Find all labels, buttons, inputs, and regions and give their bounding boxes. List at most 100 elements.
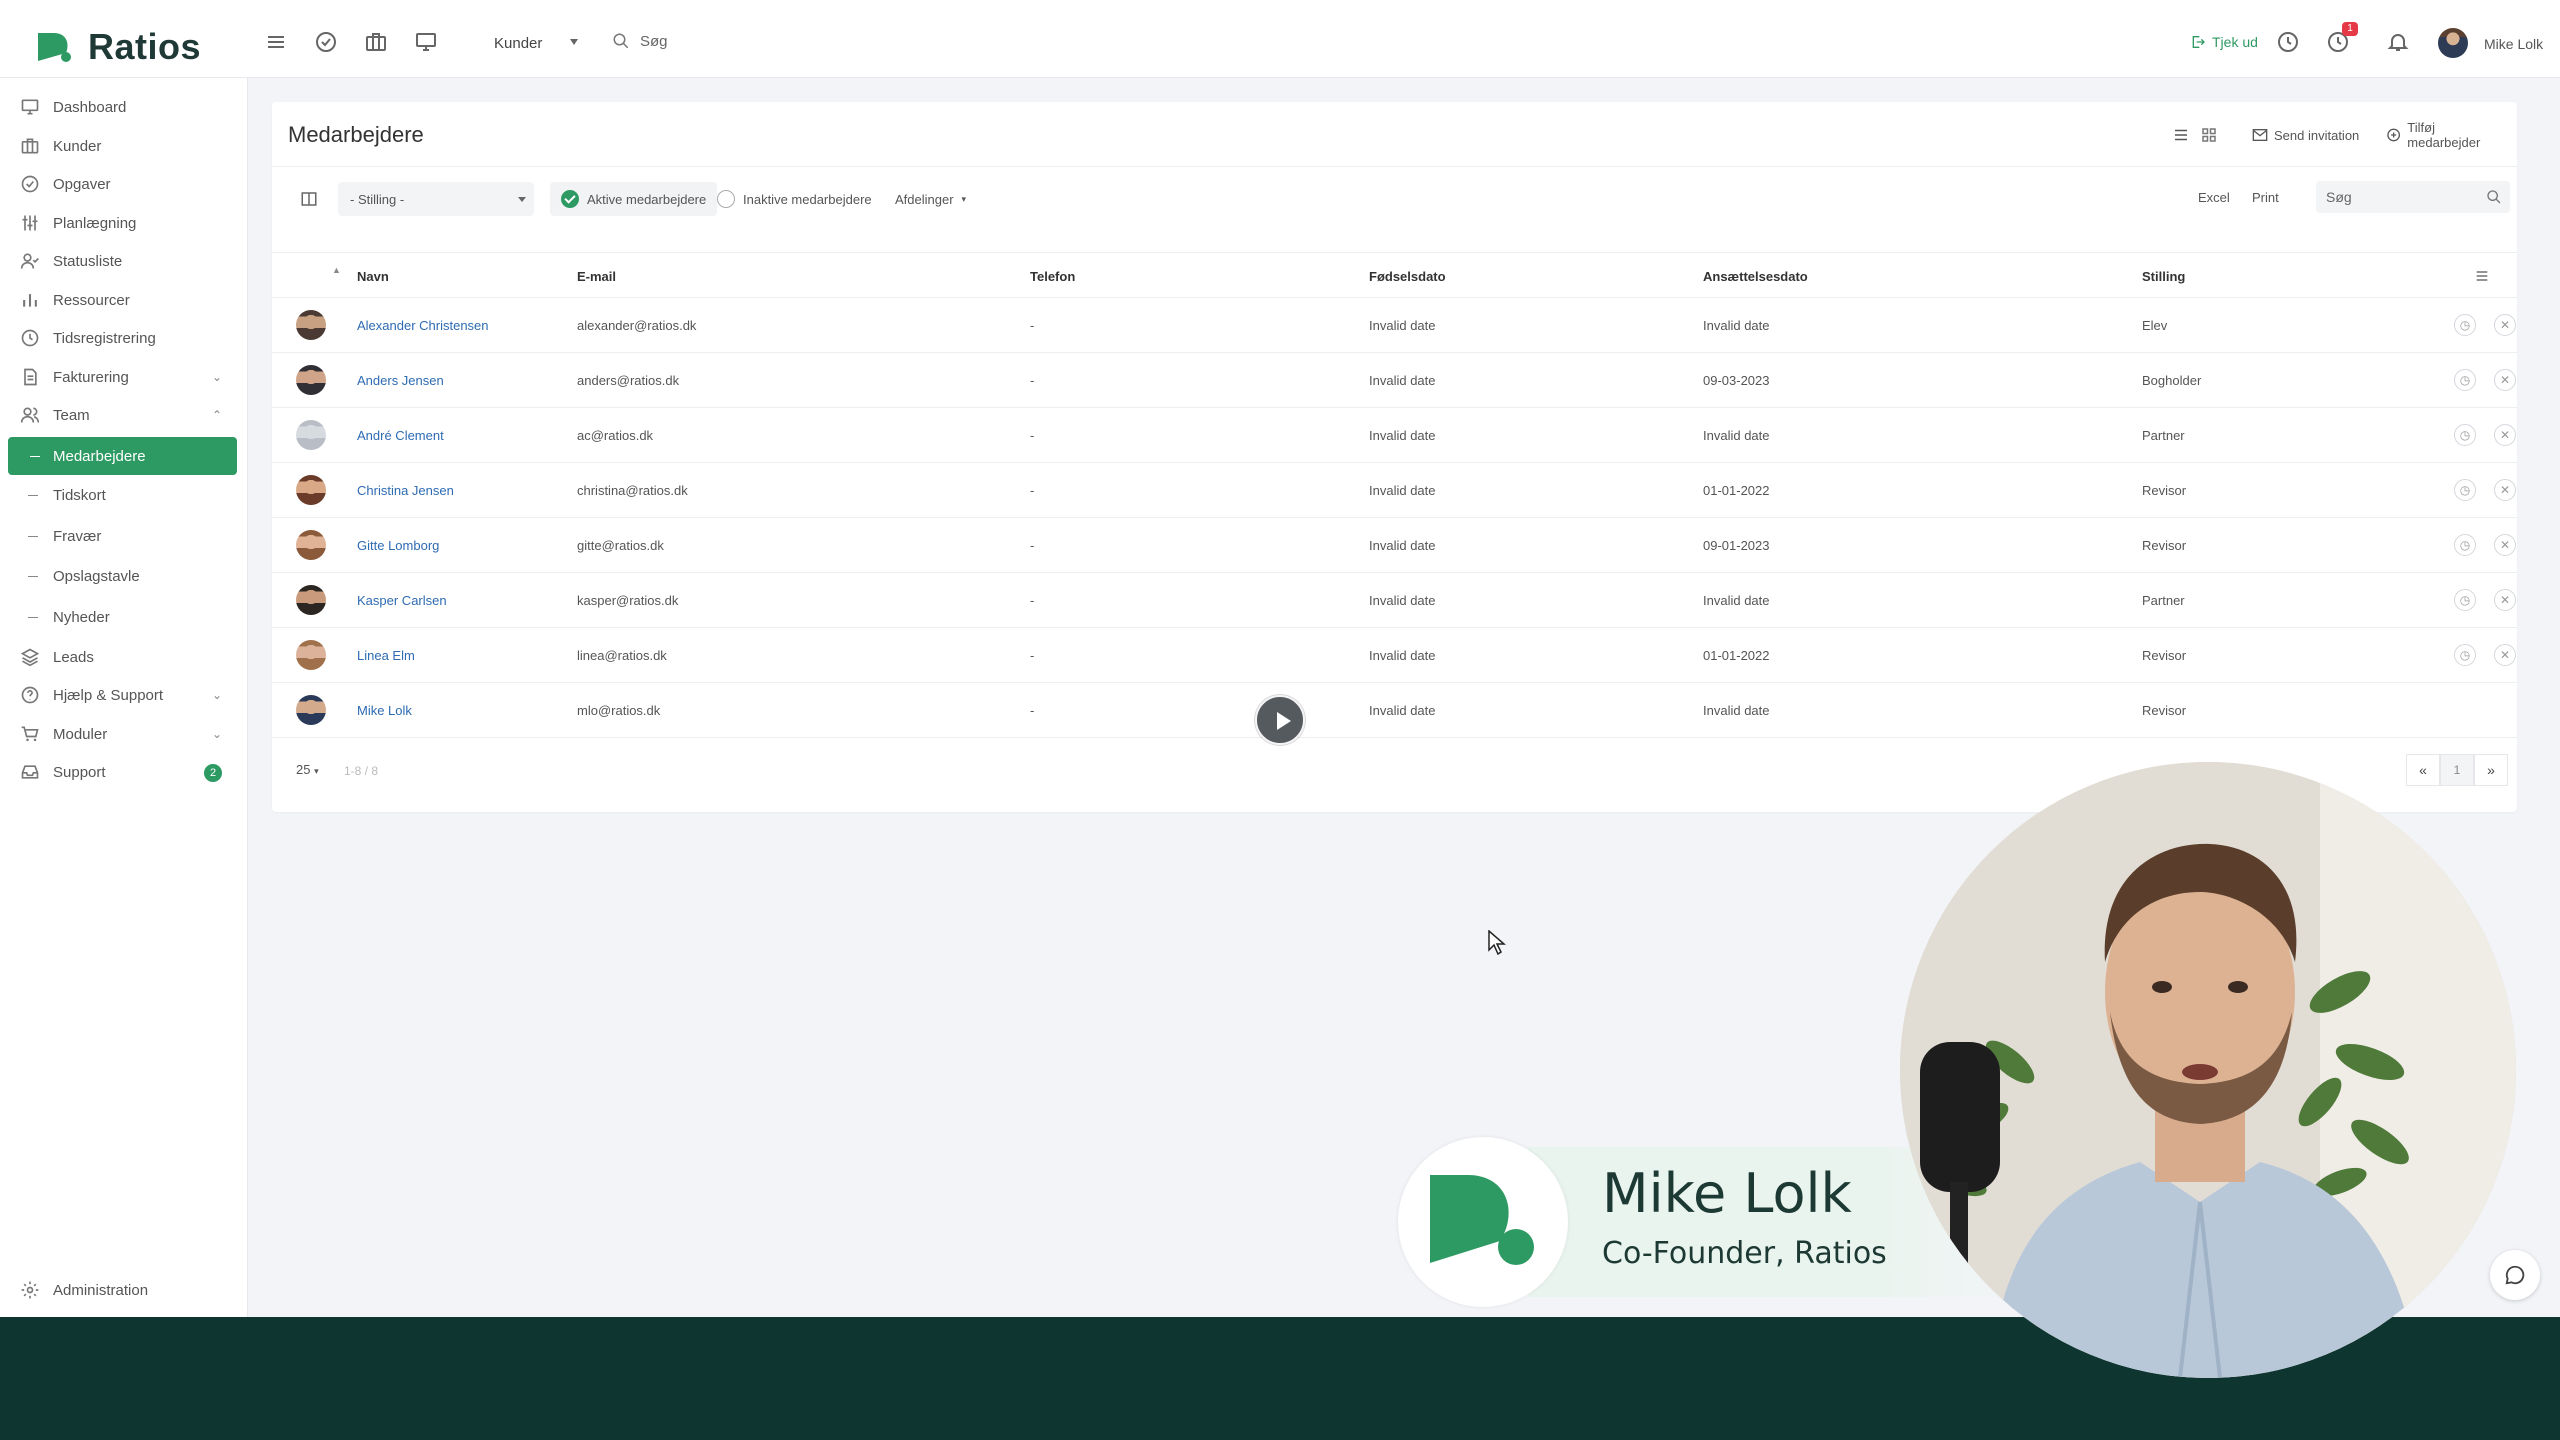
briefcase-icon[interactable] [364,30,388,54]
sidebar-item-fravaer[interactable]: Fravær [0,517,248,555]
column-header-hire-date[interactable]: Ansættelsesdato [1703,269,1808,284]
sidebar-item-label: Planlægning [53,214,137,232]
table-row[interactable]: Kasper Carlsen kasper@ratios.dk - Invalid d… [272,573,2517,628]
sidebar-item-opgaver[interactable]: Opgaver [0,165,248,203]
cell-name[interactable]: Mike Lolk [357,703,412,718]
close-icon[interactable]: ✕ [2494,314,2516,336]
position-select[interactable]: - Stilling - [338,182,534,216]
excel-button[interactable]: Excel [2198,180,2230,214]
close-icon[interactable]: ✕ [2494,534,2516,556]
table-row[interactable]: Mike Lolk mlo@ratios.dk - Invalid date Inval… [272,683,2517,738]
sidebar-item-administration[interactable]: Administration [0,1271,248,1309]
sidebar-item-tidskort[interactable]: Tidskort [0,476,248,514]
close-icon[interactable]: ✕ [2494,424,2516,446]
sidebar-item-label: Dashboard [53,98,127,116]
table-row[interactable]: Gitte Lomborg gitte@ratios.dk - Invalid dat… [272,518,2517,573]
play-button[interactable] [1255,695,1305,745]
bell-icon[interactable] [2386,30,2410,54]
user-name[interactable]: Mike Lolk [2484,36,2543,52]
sidebar-item-nyheder[interactable]: Nyheder [0,598,248,636]
clock-icon[interactable]: ◷ [2454,369,2476,391]
cell-name[interactable]: André Clement [357,428,444,443]
top-search[interactable]: Søg [612,32,668,50]
user-avatar[interactable] [2438,28,2468,58]
sidebar-item-dashboard[interactable]: Dashboard [0,88,248,126]
page-title: Medarbejdere [288,122,424,147]
column-header-position[interactable]: Stilling [2142,269,2185,284]
sidebar-item-team[interactable]: Team ⌃ [0,396,248,434]
table-row[interactable]: Christina Jensen christina@ratios.dk - Inva… [272,463,2517,518]
prev-page-button[interactable]: « [2406,754,2440,786]
column-header-phone[interactable]: Telefon [1030,269,1075,284]
menu-icon[interactable] [264,30,288,54]
sidebar-item-hjaelp-support[interactable]: Hjælp & Support ⌄ [0,676,248,714]
check-circle-icon[interactable] [314,30,338,54]
list-view-icon[interactable] [2172,126,2190,144]
close-icon[interactable]: ✕ [2494,479,2516,501]
close-icon[interactable]: ✕ [2494,369,2516,391]
sidebar-item-support[interactable]: Support 2 [0,753,248,791]
cell-name[interactable]: Alexander Christensen [357,318,489,333]
cell-position: Partner [2142,593,2185,608]
column-header-name[interactable]: Navn [357,269,389,284]
close-icon[interactable]: ✕ [2494,589,2516,611]
monitor-icon[interactable] [414,30,438,54]
clock-icon[interactable]: ◷ [2454,589,2476,611]
column-header-birthdate[interactable]: Fødselsdato [1369,269,1446,284]
table-search-input[interactable]: Søg [2316,181,2510,213]
grid-view-icon[interactable] [2200,126,2218,144]
avatar [296,365,326,395]
page-size-select[interactable]: 25 ▾ [296,762,319,777]
sidebar-item-opslagstavle[interactable]: Opslagstavle [0,557,248,595]
ratios-logo[interactable]: Ratios [36,26,201,68]
cell-hired: 09-03-2023 [1703,373,1770,388]
chat-button[interactable] [2490,1250,2540,1300]
column-header-email[interactable]: E-mail [577,269,616,284]
cell-name[interactable]: Kasper Carlsen [357,593,447,608]
departments-dropdown[interactable]: Afdelinger ▾ [884,182,977,216]
column-menu-icon[interactable] [2474,268,2490,284]
cell-name[interactable]: Christina Jensen [357,483,454,498]
cell-name[interactable]: Gitte Lomborg [357,538,439,553]
sidebar-item-kunder[interactable]: Kunder [0,127,248,165]
columns-icon[interactable] [300,190,318,208]
table-row[interactable]: Linea Elm linea@ratios.dk - Invalid date 01-… [272,628,2517,683]
sidebar-item-tidsregistrering[interactable]: Tidsregistrering [0,319,248,357]
sidebar-item-medarbejdere[interactable]: Medarbejdere [8,437,237,475]
checkout-button[interactable]: Tjek ud [2190,34,2258,50]
clock-icon[interactable]: ◷ [2454,644,2476,666]
sidebar-item-label: Support [53,763,106,781]
clock-icon[interactable]: ◷ [2454,424,2476,446]
sidebar-item-moduler[interactable]: Moduler ⌄ [0,715,248,753]
cell-name[interactable]: Anders Jensen [357,373,444,388]
page-1-button[interactable]: 1 [2440,754,2474,786]
cell-name[interactable]: Linea Elm [357,648,415,663]
sidebar-item-ressourcer[interactable]: Ressourcer [0,281,248,319]
clock-icon[interactable]: ◷ [2454,479,2476,501]
add-employee-button[interactable]: Tilføj medarbejder [2376,120,2517,150]
clock-icon[interactable]: ◷ [2454,314,2476,336]
timer-notification[interactable]: 1 [2326,22,2358,54]
table-row[interactable]: Anders Jensen anders@ratios.dk - Invalid da… [272,353,2517,408]
inactive-employees-toggle[interactable]: Inaktive medarbejdere [706,182,883,216]
client-select-value: Kunder [494,34,543,52]
table-row[interactable]: André Clement ac@ratios.dk - Invalid date In… [272,408,2517,463]
next-page-button[interactable]: » [2474,754,2508,786]
client-select[interactable]: Kunder [480,26,586,60]
clock-icon[interactable] [2276,30,2300,54]
table-row[interactable]: Alexander Christensen alexander@ratios.dk… [272,298,2517,353]
sidebar-item-statusliste[interactable]: Statusliste [0,242,248,280]
sidebar-item-fakturering[interactable]: Fakturering ⌄ [0,358,248,396]
send-invitation-button[interactable]: Send invitation [2242,120,2369,150]
sidebar-item-planlaegning[interactable]: Planlægning [0,204,248,242]
ratios-logo-icon [1430,1175,1534,1265]
close-icon[interactable]: ✕ [2494,644,2516,666]
sort-asc-icon[interactable]: ▲ [332,265,341,275]
sidebar-item-leads[interactable]: Leads [0,638,248,676]
print-button[interactable]: Print [2252,180,2279,214]
table-header: ▲ Navn E-mail Telefon Fødselsdato Ansætt… [272,252,2517,298]
notification-badge: 1 [2342,22,2358,36]
active-employees-toggle[interactable]: Aktive medarbejdere [550,182,718,216]
cart-icon [21,726,39,742]
clock-icon[interactable]: ◷ [2454,534,2476,556]
